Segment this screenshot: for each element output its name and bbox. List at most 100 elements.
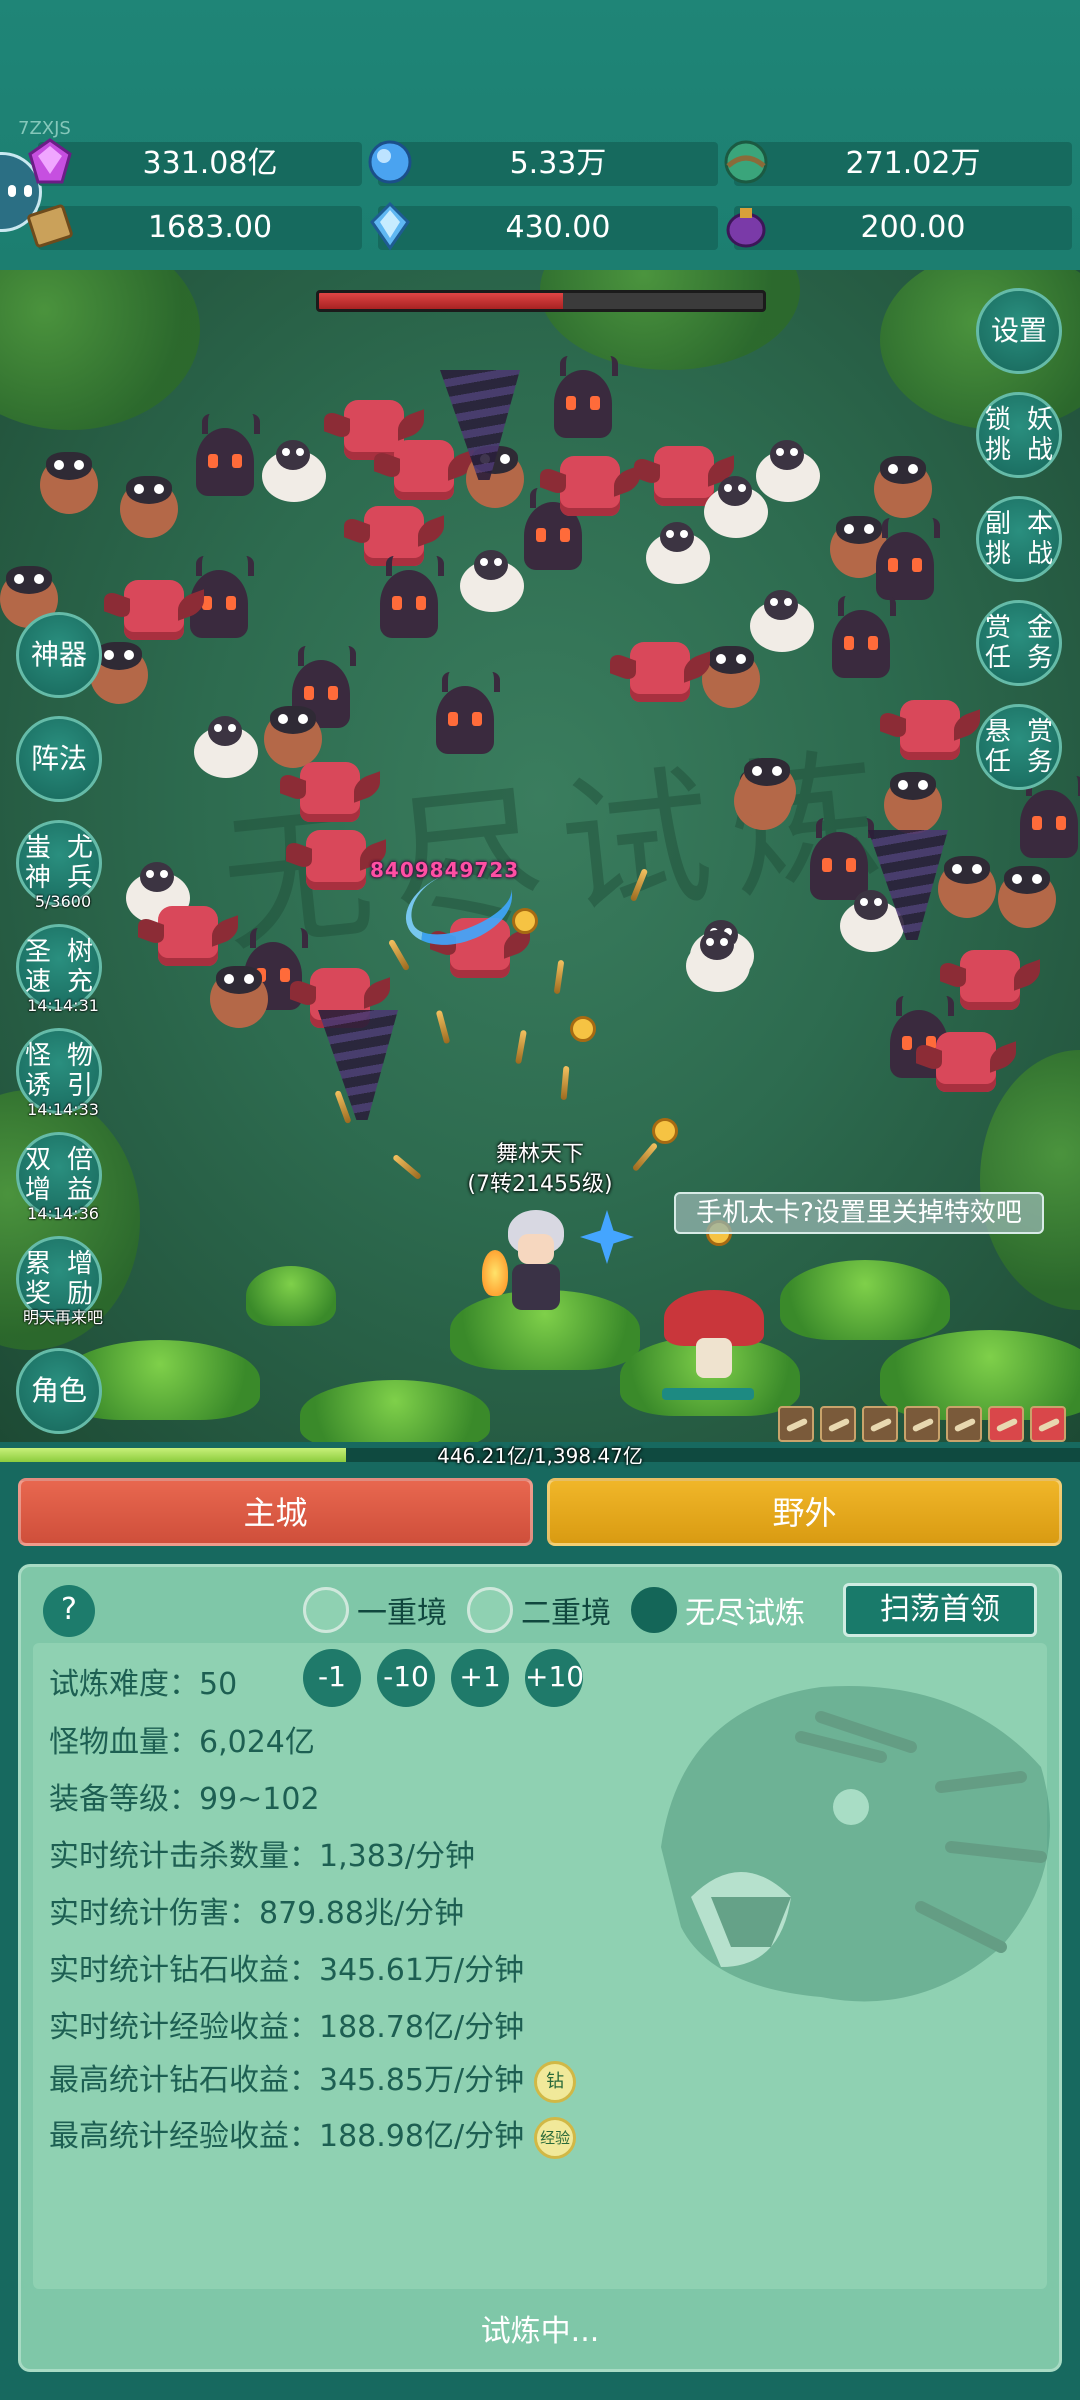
- monster[interactable]: [998, 866, 1056, 928]
- button-label: 增励: [66, 1249, 93, 1309]
- monster[interactable]: [264, 706, 322, 768]
- mode-radio-endless[interactable]: 无尽试炼: [631, 1587, 805, 1633]
- difficulty-plus-10-button[interactable]: +10: [525, 1649, 584, 1707]
- monster[interactable]: [40, 452, 98, 514]
- sweep-boss-button[interactable]: 扫荡首领: [843, 1583, 1037, 1637]
- monster[interactable]: [210, 966, 268, 1028]
- monster[interactable]: [630, 642, 690, 702]
- monster[interactable]: [460, 550, 524, 612]
- monster[interactable]: [704, 476, 768, 538]
- monster[interactable]: [158, 906, 218, 966]
- holy-tree-speed-button[interactable]: 圣速 树充 14:14:31: [16, 924, 102, 1015]
- skill-slot[interactable]: [1030, 1406, 1066, 1442]
- monster[interactable]: [554, 356, 618, 438]
- monster-lure-button[interactable]: 怪诱 物引 14:14:33: [16, 1028, 102, 1119]
- performance-tip[interactable]: 手机太卡?设置里关掉特效吧: [674, 1192, 1044, 1234]
- monster[interactable]: [900, 700, 960, 760]
- mode-radio-first[interactable]: 一重境: [303, 1587, 447, 1633]
- monster[interactable]: [756, 440, 820, 502]
- boss-hp-bar: [316, 290, 766, 312]
- monster[interactable]: [654, 446, 714, 506]
- resource-value: 271.02万: [845, 146, 981, 181]
- stat-row: 怪物血量：6,024亿: [49, 1717, 315, 1761]
- monster[interactable]: [738, 758, 796, 820]
- monster[interactable]: [960, 950, 1020, 1010]
- monster[interactable]: [702, 646, 760, 708]
- gold-bounty-button[interactable]: 赏任 金务: [976, 600, 1062, 686]
- skill-slot[interactable]: [778, 1406, 814, 1442]
- skill-slot[interactable]: [862, 1406, 898, 1442]
- cumulative-reward-button[interactable]: 累奖 增励 明天再来吧: [16, 1236, 103, 1327]
- help-button[interactable]: ?: [43, 1585, 95, 1637]
- bush: [300, 1380, 490, 1442]
- difficulty-minus-1-button[interactable]: -1: [303, 1649, 361, 1707]
- resource-book: 1683.00: [27, 204, 362, 250]
- lock-demon-challenge-button[interactable]: 锁挑 妖战: [976, 392, 1062, 478]
- monster[interactable]: [876, 518, 940, 600]
- main-tabs: 主城 野外: [18, 1478, 1062, 1546]
- dungeon-challenge-button[interactable]: 副挑 本战: [976, 496, 1062, 582]
- monster[interactable]: [1020, 776, 1080, 858]
- monster[interactable]: [124, 580, 184, 640]
- double-boost-button[interactable]: 双增 倍益 14:14:36: [16, 1132, 102, 1223]
- monster[interactable]: [646, 522, 710, 584]
- stat-value: 188.78亿/分钟: [319, 2010, 525, 2045]
- stat-label: 怪物血量：: [49, 1725, 199, 1760]
- battle-field[interactable]: 无尽试炼 8409849723 舞林天下 (7转21455级) 手机太卡?设置里…: [0, 270, 1080, 1442]
- countdown-timer: 14:14:31: [27, 996, 99, 1015]
- monster[interactable]: [874, 456, 932, 518]
- skill-slot[interactable]: [988, 1406, 1024, 1442]
- skill-slot[interactable]: [946, 1406, 982, 1442]
- tab-wild[interactable]: 野外: [547, 1478, 1062, 1546]
- experience-text: 446.21亿/1,398.47亿: [437, 1444, 643, 1468]
- bounty-task-button[interactable]: 悬任 赏务: [976, 704, 1062, 790]
- settings-button[interactable]: 设置: [976, 288, 1062, 374]
- tiger-illustration: [661, 1686, 1050, 2002]
- resource-value: 200.00: [860, 210, 966, 245]
- difficulty-row: 试炼难度：50: [49, 1659, 237, 1703]
- monster[interactable]: [750, 590, 814, 652]
- monster[interactable]: [936, 1032, 996, 1092]
- tab-main-city[interactable]: 主城: [18, 1478, 533, 1546]
- monster[interactable]: [840, 890, 904, 952]
- button-label: 圣速: [24, 937, 51, 997]
- monster[interactable]: [884, 772, 942, 834]
- pet-hp-bar: [662, 1388, 754, 1400]
- stat-value: 99~102: [199, 1782, 320, 1817]
- monster[interactable]: [832, 596, 896, 678]
- monster[interactable]: [306, 830, 366, 890]
- stat-label: 实时统计钻石收益：: [49, 1953, 319, 1988]
- monster[interactable]: [810, 818, 874, 900]
- monster[interactable]: [196, 414, 260, 496]
- hero-name: 舞林天下: [495, 1142, 584, 1167]
- monster[interactable]: [262, 440, 326, 502]
- artifact-button[interactable]: 神器: [16, 612, 102, 698]
- difficulty-plus-1-button[interactable]: +1: [451, 1649, 509, 1707]
- monster[interactable]: [120, 476, 178, 538]
- monster[interactable]: [300, 762, 360, 822]
- character-button[interactable]: 角色: [16, 1348, 102, 1434]
- mushroom-pet[interactable]: [662, 1290, 764, 1400]
- monster[interactable]: [436, 672, 500, 754]
- monster[interactable]: [394, 440, 454, 500]
- bush: [780, 1260, 950, 1340]
- chiyou-soldier-button[interactable]: 蚩神 尤兵 5/3600: [16, 820, 102, 911]
- skill-slot[interactable]: [904, 1406, 940, 1442]
- stat-label: 实时统计击杀数量：: [49, 1839, 319, 1874]
- monster[interactable]: [686, 930, 750, 992]
- difficulty-minus-10-button[interactable]: -10: [377, 1649, 435, 1707]
- formation-button[interactable]: 阵法: [16, 716, 102, 802]
- hero-character[interactable]: [482, 1210, 576, 1320]
- monster[interactable]: [938, 856, 996, 918]
- button-label: 累奖: [24, 1249, 51, 1309]
- stat-row: 实时统计钻石收益：345.61万/分钟: [49, 1945, 524, 1989]
- skill-slot[interactable]: [820, 1406, 856, 1442]
- trial-panel: ? 一重境 二重境 无尽试炼 扫荡首领 试炼难度：50 -1 -10 +1 +1…: [18, 1564, 1062, 2372]
- monster[interactable]: [380, 556, 444, 638]
- stat-row: 实时统计经验收益：188.78亿/分钟: [49, 2002, 524, 2046]
- stat-row: 最高统计钻石收益：345.85万/分钟钻: [49, 2055, 577, 2103]
- stat-label: 装备等级：: [49, 1782, 199, 1817]
- monster[interactable]: [194, 716, 258, 778]
- mode-radio-second[interactable]: 二重境: [467, 1587, 611, 1633]
- monster[interactable]: [560, 456, 620, 516]
